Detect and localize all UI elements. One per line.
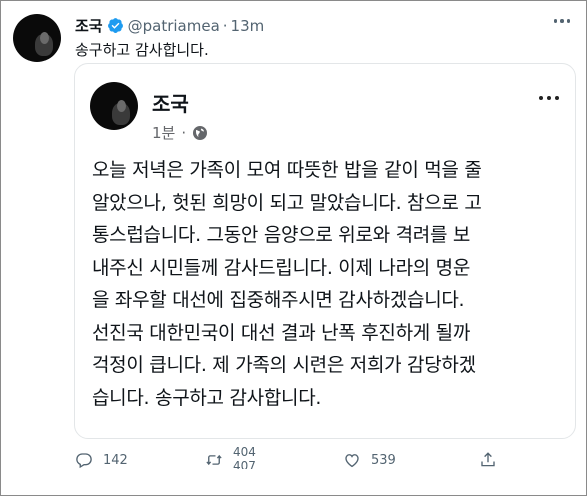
embed-body-line: 알았으나, 헛된 희망이 되고 말았습니다. 참으로 고 bbox=[92, 191, 482, 214]
embedded-post-card[interactable]: 조국 1분 · 오늘 저녁은 가족이 모여 따뜻한 밥을 같이 먹을 줄 알았으… bbox=[74, 63, 576, 439]
more-dot-icon bbox=[566, 19, 570, 23]
retweet-button[interactable]: 404 407 bbox=[205, 445, 256, 469]
author-name[interactable]: 조국 bbox=[75, 15, 103, 36]
more-dot-icon bbox=[555, 96, 559, 100]
retweet-count-top: 404 bbox=[233, 445, 256, 459]
embed-more-options-icon bbox=[537, 92, 561, 104]
embed-body-line: 내주신 시민들께 감사드립니다. 이제 나라의 명운 bbox=[92, 256, 471, 279]
reply-button[interactable]: 142 bbox=[75, 451, 128, 469]
embed-meta: 1분 · bbox=[152, 122, 208, 143]
tweet-timestamp[interactable]: 13m bbox=[231, 17, 265, 35]
embed-body-line: 오늘 저녁은 가족이 모여 따뜻한 밥을 같이 먹을 줄 bbox=[92, 159, 482, 181]
share-button[interactable] bbox=[479, 451, 497, 469]
share-icon bbox=[481, 452, 495, 467]
embed-time: 1분 bbox=[152, 124, 176, 142]
embed-meta-separator: · bbox=[181, 123, 187, 142]
retweet-count: 404 407 bbox=[233, 445, 256, 469]
retweet-count-bottom: 407 bbox=[233, 459, 256, 469]
embed-body-line: 선진국 대한민국이 대선 결과 난폭 후진하게 될까 bbox=[92, 321, 471, 344]
tweet-frame: 조국 @patriamea · 13m 송구하고 감사합니다. 조국 1분 · bbox=[0, 0, 587, 496]
embed-body-text: 오늘 저녁은 가족이 모여 따뜻한 밥을 같이 먹을 줄 알았으나, 헛된 희망… bbox=[92, 154, 572, 414]
more-dot-icon bbox=[547, 96, 551, 100]
reply-icon bbox=[76, 453, 92, 469]
tweet-text: 송구하고 감사합니다. bbox=[75, 41, 209, 59]
tweet-header: 조국 @patriamea · 13m bbox=[75, 15, 264, 36]
header-separator: · bbox=[222, 16, 228, 35]
more-options-button[interactable] bbox=[552, 15, 573, 27]
author-handle[interactable]: @patriamea bbox=[128, 17, 220, 35]
embed-body-line: 을 좌우할 대선에 집중해주시면 감사하겠습니다. bbox=[92, 289, 465, 311]
globe-icon bbox=[192, 125, 208, 141]
embed-body-line: 습니다. 송구하고 감사합니다. bbox=[92, 386, 322, 409]
more-dot-icon bbox=[539, 96, 543, 100]
avatar-face bbox=[117, 100, 126, 112]
embed-body-line: 통스럽습니다. 그동안 음양으로 위로와 격려를 보 bbox=[92, 224, 471, 246]
embed-body-line: 걱정이 큽니다. 제 가족의 시련은 저희가 감당하겠 bbox=[92, 354, 476, 376]
like-count: 539 bbox=[371, 452, 396, 468]
more-dot-icon bbox=[560, 19, 564, 23]
verified-badge-icon bbox=[107, 17, 124, 34]
like-button[interactable]: 539 bbox=[343, 451, 396, 469]
avatar-face bbox=[40, 32, 49, 44]
heart-icon bbox=[345, 454, 359, 468]
embed-author-name: 조국 bbox=[152, 92, 189, 116]
embed-author-avatar bbox=[90, 82, 138, 130]
author-avatar[interactable] bbox=[13, 14, 61, 62]
retweet-icon bbox=[206, 454, 222, 466]
more-dot-icon bbox=[553, 19, 557, 23]
action-bar: 142 404 407 539 bbox=[75, 445, 515, 475]
reply-count: 142 bbox=[103, 452, 128, 468]
